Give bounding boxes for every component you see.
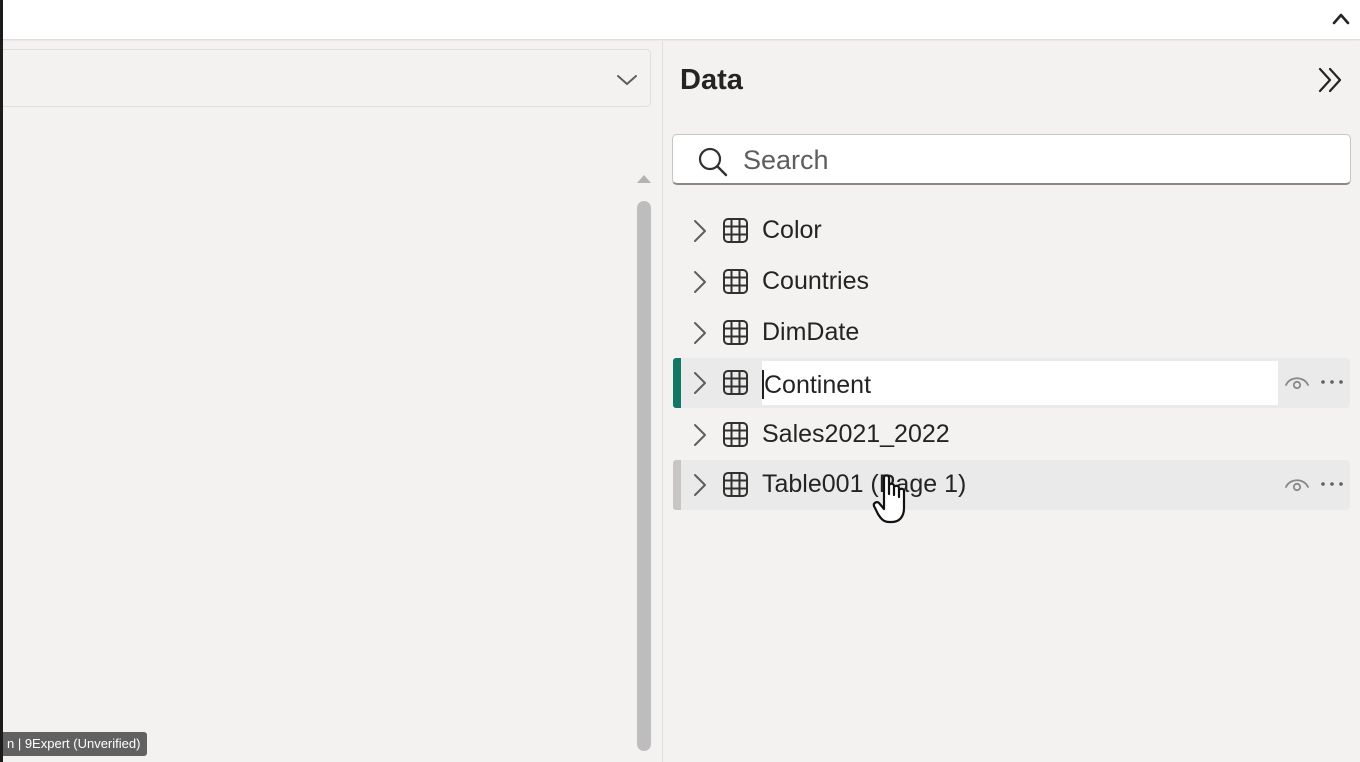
selected-indicator [673,358,681,408]
data-pane: Data Color [663,41,1360,762]
eye-icon[interactable] [1283,371,1311,393]
hover-indicator [673,460,681,510]
table-row-countries[interactable]: Countries [673,257,1350,307]
table-grid-icon [723,422,748,447]
filter-dropdown[interactable] [3,49,651,107]
scrollbar-thumb[interactable] [637,201,651,751]
table-row-continent[interactable]: Continent [673,358,1350,408]
chevron-right-icon[interactable] [691,269,709,295]
search-icon [698,147,728,177]
table-row-table001[interactable]: Table001 (Page 1) [673,460,1350,510]
more-options-icon[interactable] [1318,473,1346,495]
search-box[interactable] [672,134,1351,185]
chevron-right-icon[interactable] [691,422,709,448]
table-label: Sales2021_2022 [762,420,950,448]
table-row-sales2021-2022[interactable]: Sales2021_2022 [673,410,1350,460]
left-pane: n | 9Expert (Unverified) [3,41,662,762]
rename-input[interactable]: Continent [762,361,1278,405]
table-grid-icon [723,370,748,395]
eye-icon[interactable] [1283,473,1311,495]
more-options-icon[interactable] [1318,371,1346,393]
hand-pointer-icon [872,474,906,524]
table-label: Continent [764,371,872,399]
pane-title: Data [680,64,743,96]
table-row-color[interactable]: Color [673,206,1350,256]
chevron-right-icon[interactable] [691,218,709,244]
table-grid-icon [723,269,748,294]
table-grid-icon [723,218,748,243]
table-grid-icon [723,320,748,345]
table-label: Color [762,216,822,244]
search-input[interactable] [743,143,1323,177]
table-label: Table001 (Page 1) [762,470,967,498]
chevron-up-icon[interactable] [1330,9,1352,29]
ribbon-bar [3,0,1360,40]
chevron-right-icon[interactable] [691,320,709,346]
vertical-scrollbar[interactable] [635,169,653,753]
chevron-down-icon[interactable] [616,73,638,87]
table-grid-icon [723,472,748,497]
table-label: Countries [762,267,869,295]
table-row-dimdate[interactable]: DimDate [673,308,1350,358]
chevron-right-icon[interactable] [691,370,709,396]
scroll-up-arrow-icon[interactable] [635,169,653,187]
double-chevron-right-icon[interactable] [1316,65,1346,95]
table-label: DimDate [762,318,860,346]
status-tooltip: n | 9Expert (Unverified) [3,732,148,756]
chevron-right-icon[interactable] [691,472,709,498]
